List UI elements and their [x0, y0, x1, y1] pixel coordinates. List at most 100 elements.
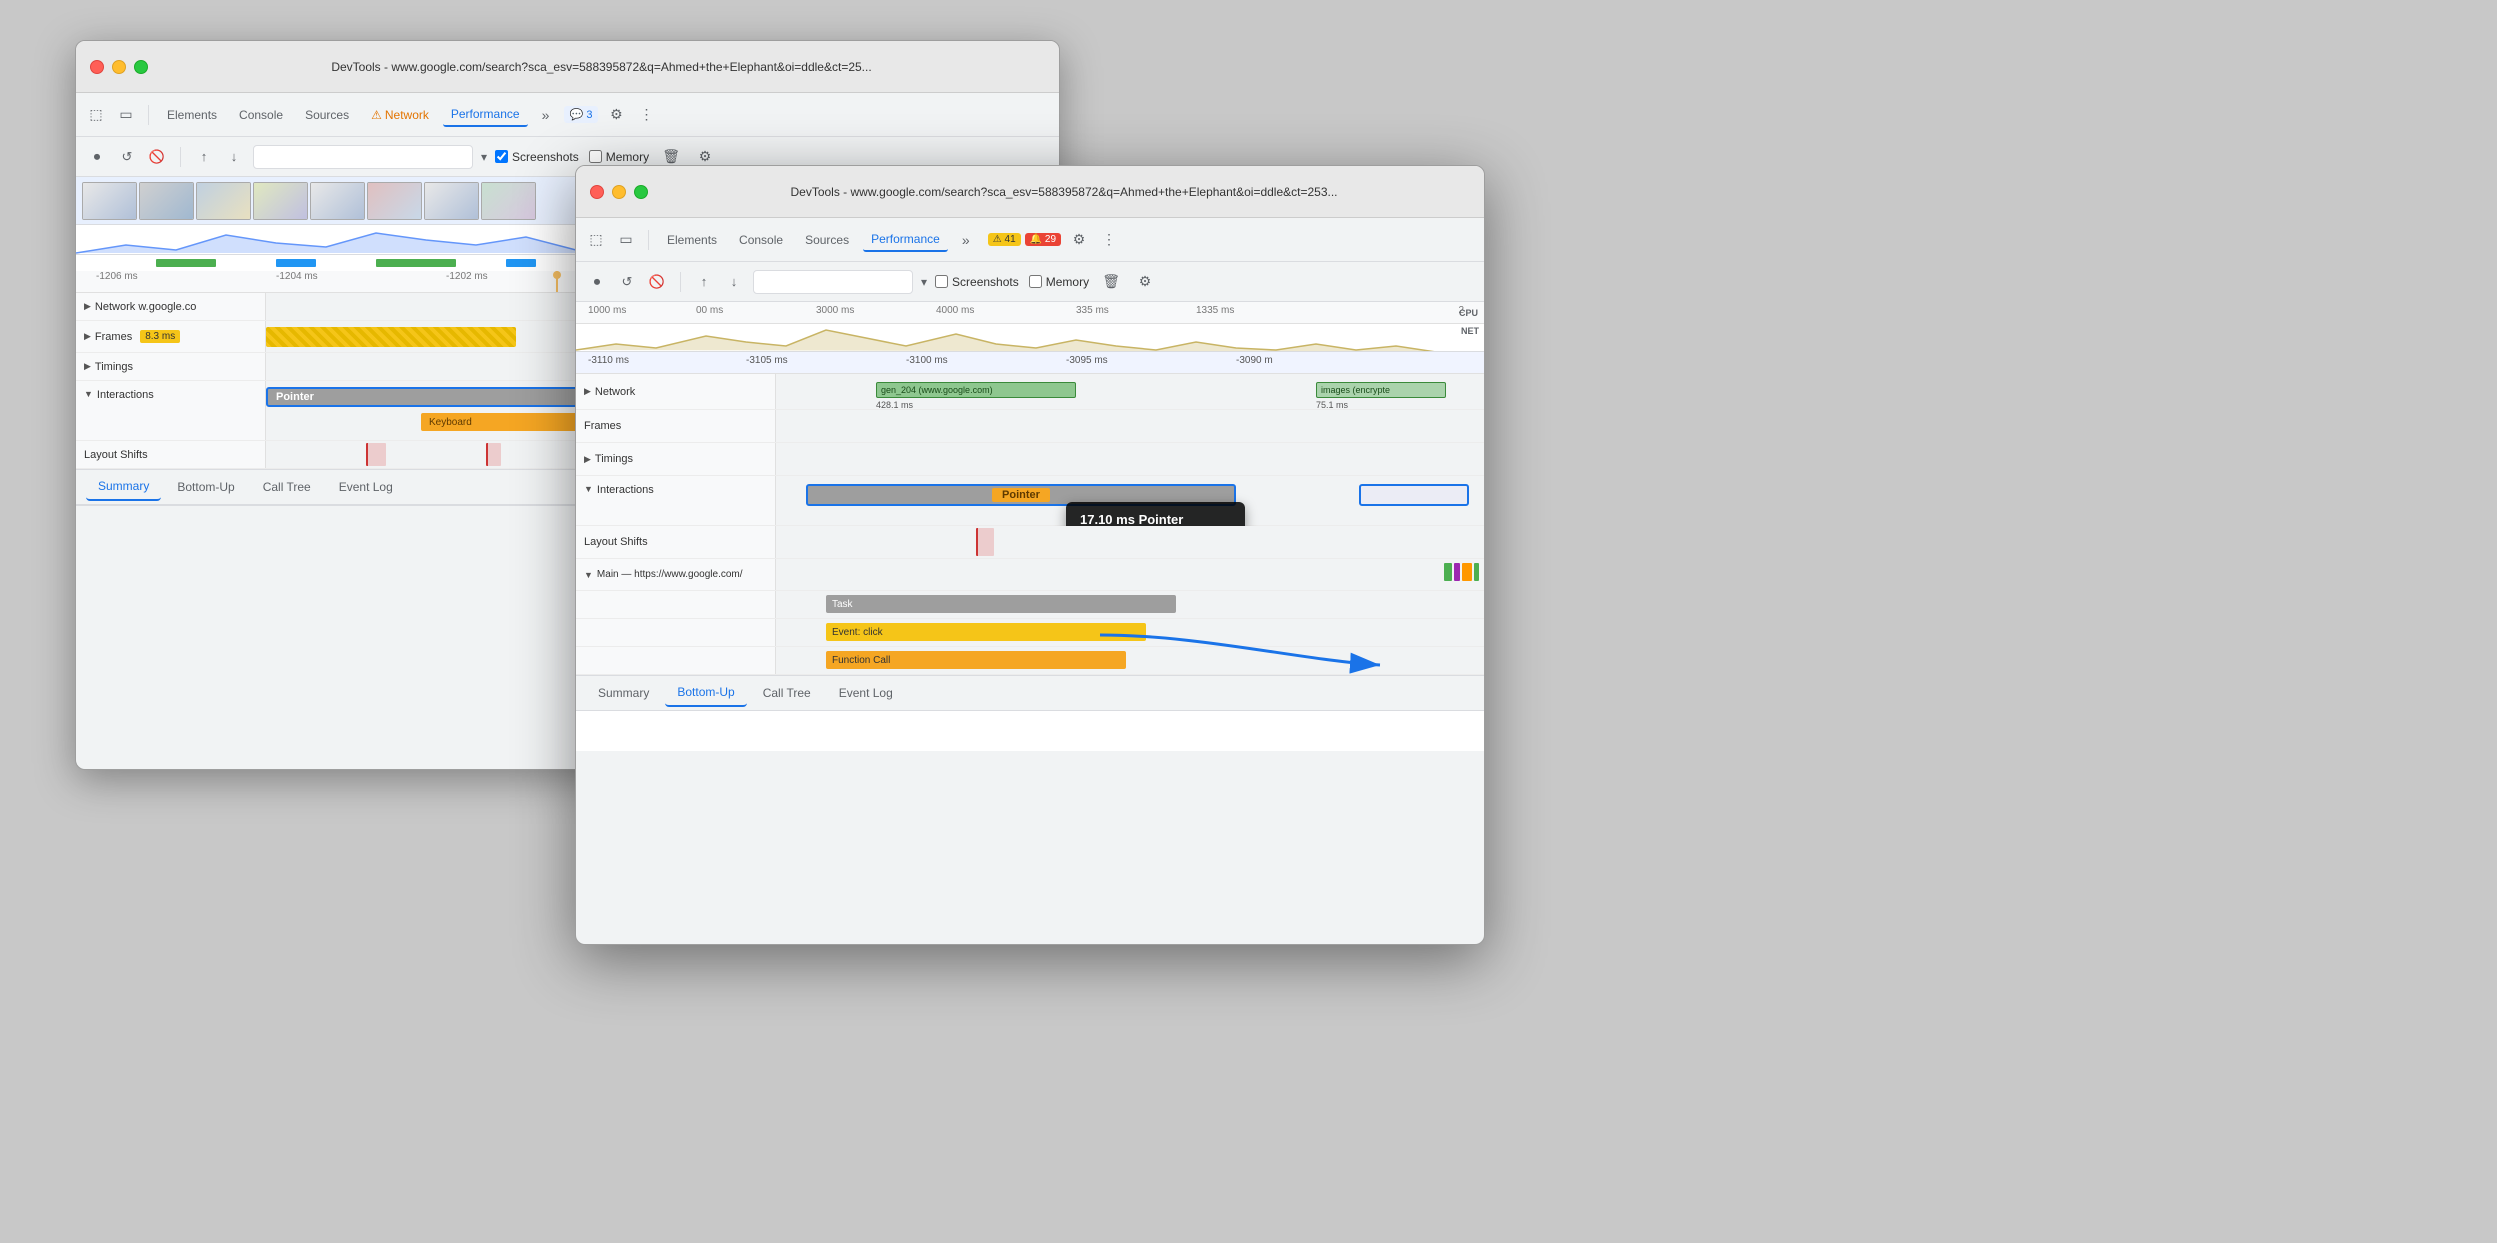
tooltip-timing: 17.10 ms Pointer [1080, 512, 1231, 526]
device-icon-2[interactable]: ▭ [614, 228, 638, 252]
upload-button-2[interactable]: ↑ [693, 271, 715, 293]
reload-button-1[interactable]: ↺ [116, 146, 138, 168]
gen204-timing: 428.1 ms [876, 400, 913, 410]
interactions-expand-arrow-2[interactable]: ▼ [584, 484, 593, 494]
tab-console-1[interactable]: Console [231, 104, 291, 126]
ruler-tick-3: -1202 ms [446, 271, 488, 282]
interactions-track-label-2: ▼ Interactions [576, 476, 776, 525]
layout-shifts-label-text-2: Layout Shifts [584, 536, 648, 548]
network-expand-arrow-1[interactable]: ▶ [84, 301, 91, 312]
address-input-1[interactable]: www.google.com #1 [253, 145, 473, 169]
frames-expand-arrow-1[interactable]: ▶ [84, 331, 91, 342]
upload-button-1[interactable]: ↑ [193, 146, 215, 168]
screenshots-option-2[interactable]: Screenshots [935, 275, 1019, 289]
layout-shifts-track-2: Layout Shifts [576, 526, 1484, 559]
memory-option-1[interactable]: Memory [589, 150, 649, 164]
screenshot-thumb-5 [310, 182, 365, 220]
minimize-button-1[interactable] [112, 60, 126, 74]
clear-button-2[interactable]: 🚫 [646, 271, 668, 293]
pointer-bar-label-2: Pointer [992, 488, 1050, 502]
interactions-track-label-1: ▼ Interactions [76, 381, 266, 440]
inspect-icon[interactable]: ⬚ [84, 103, 108, 127]
keyboard-label-1: Keyboard [429, 417, 472, 428]
record-button-1[interactable]: ⏺ [86, 146, 108, 168]
bottom-up-tab-2[interactable]: Bottom-Up [665, 679, 746, 707]
tab-console-2[interactable]: Console [731, 229, 791, 251]
main-expand-arrow-2[interactable]: ▼ [584, 570, 593, 580]
download-button-1[interactable]: ↓ [223, 146, 245, 168]
inspect-icon-2[interactable]: ⬚ [584, 228, 608, 252]
frames-track-2: Frames [576, 410, 1484, 443]
pointer-right-highlight [1359, 484, 1469, 506]
bottom-up-tab-1[interactable]: Bottom-Up [165, 474, 246, 500]
sub-tick-4: -3095 ms [1066, 355, 1108, 366]
timings-track-label-1: ▶ Timings [76, 353, 266, 380]
event-log-tab-1[interactable]: Event Log [327, 474, 405, 500]
toolbar-separator-1 [148, 105, 149, 125]
more-options-icon-1[interactable]: ⋮ [634, 103, 658, 127]
clear-button-1[interactable]: 🚫 [146, 146, 168, 168]
more-options-icon-2[interactable]: ⋮ [1097, 228, 1121, 252]
screenshots-checkbox-2[interactable] [935, 275, 948, 288]
address-dropdown-1[interactable]: ▾ [481, 150, 487, 164]
more-tabs-icon-1[interactable]: » [534, 103, 558, 127]
net-bar-4 [506, 259, 536, 267]
ruler-tick-w2-4: 4000 ms [936, 305, 974, 316]
main-track-content-2 [776, 559, 1484, 587]
event-log-tab-2[interactable]: Event Log [827, 680, 905, 706]
images-bar: images (encrypte [1316, 382, 1446, 398]
close-button-2[interactable] [590, 185, 604, 199]
pointer-label-1: Pointer [276, 391, 314, 403]
screenshots-checkbox-1[interactable] [495, 150, 508, 163]
interaction-tooltip: 17.10 ms Pointer Input delay 2ms Process… [1066, 502, 1245, 526]
toolbar-sep-2 [648, 230, 649, 250]
tab-sources-1[interactable]: Sources [297, 104, 357, 126]
timings-expand-arrow-2[interactable]: ▶ [584, 454, 591, 465]
summary-tab-1[interactable]: Summary [86, 473, 161, 501]
timings-label-text-1: Timings [95, 361, 133, 373]
minimize-button-2[interactable] [612, 185, 626, 199]
call-tree-tab-1[interactable]: Call Tree [251, 474, 323, 500]
reload-button-2[interactable]: ↺ [616, 271, 638, 293]
memory-checkbox-1[interactable] [589, 150, 602, 163]
tab-sources-2[interactable]: Sources [797, 229, 857, 251]
network-label-text-1: Network w.google.co [95, 301, 197, 313]
network-expand-arrow-2[interactable]: ▶ [584, 386, 591, 397]
device-icon[interactable]: ▭ [114, 103, 138, 127]
record-button-2[interactable]: ⏺ [586, 271, 608, 293]
screenshots-option-1[interactable]: Screenshots [495, 150, 579, 164]
tab-elements-1[interactable]: Elements [159, 104, 225, 126]
ls-indicator-2 [486, 443, 501, 466]
timings-expand-arrow-1[interactable]: ▶ [84, 361, 91, 372]
tab-performance-1[interactable]: Performance [443, 103, 528, 127]
flame-row-function: Function Call [576, 647, 1484, 675]
maximize-button-2[interactable] [634, 185, 648, 199]
memory-checkbox-2[interactable] [1029, 275, 1042, 288]
window-title-1: DevTools - www.google.com/search?sca_esv… [158, 60, 1045, 74]
settings2-icon-2[interactable]: ⚙ [1133, 270, 1157, 294]
cpu-graph-2: NET [576, 324, 1484, 352]
settings-icon-2[interactable]: ⚙ [1067, 228, 1091, 252]
clear-data-icon-2[interactable]: 🗑 [1099, 270, 1123, 294]
devtools-toolbar-2: ⬚ ▭ Elements Console Sources Performance… [576, 218, 1484, 262]
summary-tab-2[interactable]: Summary [586, 680, 661, 706]
maximize-button-1[interactable] [134, 60, 148, 74]
tab-network-1[interactable]: ⚠Network [363, 104, 437, 126]
tab-elements-2[interactable]: Elements [659, 229, 725, 251]
chat-badge-1: 💬 3 [564, 106, 599, 123]
address-input-2[interactable]: www.google.com #5 [753, 270, 913, 294]
more-tabs-icon-2[interactable]: » [954, 228, 978, 252]
net-label: NET [1461, 326, 1479, 336]
memory-option-2[interactable]: Memory [1029, 275, 1089, 289]
network-track-label-2: ▶ Network [576, 374, 776, 409]
timings-track-content-2 [776, 443, 1484, 475]
address-dropdown-2[interactable]: ▾ [921, 275, 927, 289]
close-button-1[interactable] [90, 60, 104, 74]
call-tree-tab-2[interactable]: Call Tree [751, 680, 823, 706]
tab-performance-2[interactable]: Performance [863, 228, 948, 252]
settings-icon-1[interactable]: ⚙ [604, 103, 628, 127]
ruler-tick-w2-6: 1335 ms [1196, 305, 1234, 316]
download-button-2[interactable]: ↓ [723, 271, 745, 293]
interactions-expand-arrow-1[interactable]: ▼ [84, 389, 93, 399]
cpu-net-labels: CPU [1459, 302, 1478, 323]
